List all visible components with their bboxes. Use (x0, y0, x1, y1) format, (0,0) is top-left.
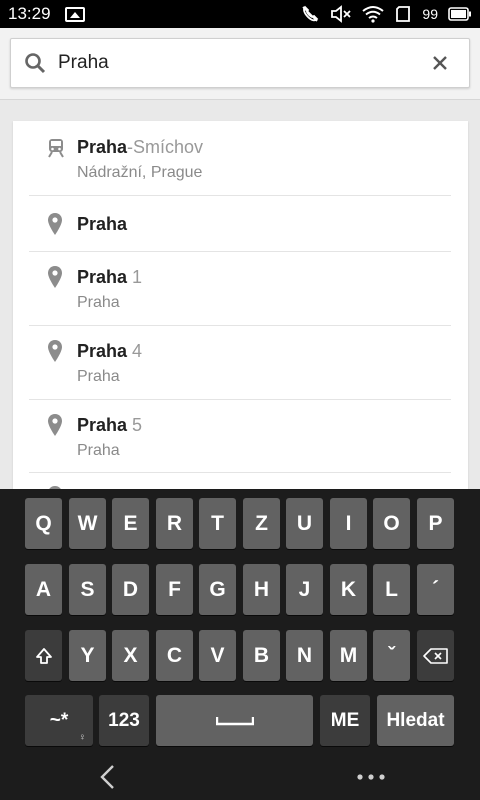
key-l[interactable]: L (373, 564, 410, 615)
place-pin-icon (48, 340, 62, 362)
key-acute-accent[interactable]: ´ (417, 564, 454, 615)
gallery-notification-icon (64, 6, 85, 22)
key-e[interactable]: E (112, 498, 149, 549)
shift-icon (35, 647, 52, 664)
key-m[interactable]: M (330, 630, 367, 681)
battery-icon (448, 7, 471, 21)
language-key[interactable]: ME (320, 695, 370, 746)
suggestion-title: Praha 5 (77, 415, 143, 435)
key-p[interactable]: P (417, 498, 454, 549)
place-pin-icon (48, 414, 62, 436)
train-icon (48, 139, 64, 158)
status-icons: 99 (300, 4, 472, 24)
status-bar: 13:29 99 (0, 0, 480, 28)
suggestion-list: Praha-Smíchov Nádražní, Prague Praha Pra… (13, 121, 468, 491)
mute-icon (331, 5, 352, 23)
key-caron[interactable]: ˇ (373, 630, 410, 681)
key-x[interactable]: X (112, 630, 149, 681)
key-i[interactable]: I (330, 498, 367, 549)
key-r[interactable]: R (156, 498, 193, 549)
key-a[interactable]: A (25, 564, 62, 615)
sim-card-icon (396, 6, 411, 22)
space-bar-icon (215, 716, 254, 725)
key-g[interactable]: G (199, 564, 236, 615)
suggestion-item[interactable]: Praha-Smíchov Nádražní, Prague (29, 121, 451, 196)
key-s[interactable]: S (69, 564, 106, 615)
key-j[interactable]: J (286, 564, 323, 615)
search-key[interactable]: Hledat (377, 695, 454, 746)
suggestion-subtitle: Praha (77, 368, 120, 385)
search-input[interactable] (58, 52, 418, 74)
backspace-key[interactable] (417, 630, 454, 681)
key-y[interactable]: Y (69, 630, 106, 681)
battery-percent: 99 (422, 6, 438, 22)
suggestion-title: Praha (77, 214, 128, 234)
suggestion-title: Praha 4 (77, 341, 143, 361)
space-key[interactable] (156, 695, 313, 746)
search-bar-container (0, 28, 480, 100)
key-t[interactable]: T (199, 498, 236, 549)
suggestion-item[interactable]: Praha 1 Praha (29, 252, 451, 326)
numbers-key[interactable]: 123 (99, 695, 149, 746)
suggestion-item[interactable]: Praha 5 Praha (29, 400, 451, 473)
key-v[interactable]: V (199, 630, 236, 681)
suggestion-subtitle: Nádražní, Prague (77, 164, 203, 181)
suggestion-title: Praha 1 (77, 267, 143, 287)
shift-key[interactable] (25, 630, 62, 681)
key-b[interactable]: B (243, 630, 280, 681)
status-time: 13:29 (8, 4, 51, 23)
suggestion-item[interactable]: Praha 4 Praha (29, 326, 451, 400)
search-icon (25, 53, 46, 74)
symbols-key-label: ~* (49, 709, 69, 731)
key-k[interactable]: K (330, 564, 367, 615)
symbols-key[interactable]: ~* ♀ (25, 695, 93, 746)
suggestion-item[interactable]: Praha (29, 196, 451, 252)
place-pin-icon (48, 266, 62, 288)
wifi-icon (362, 6, 385, 23)
key-n[interactable]: N (286, 630, 323, 681)
back-icon[interactable] (98, 764, 118, 790)
no-call-icon (302, 5, 319, 22)
key-q[interactable]: Q (25, 498, 62, 549)
symbols-key-hint: ♀ (78, 732, 87, 743)
suggestion-subtitle: Praha (77, 294, 120, 311)
suggestion-subtitle: Praha (77, 442, 120, 459)
suggestion-title: Praha-Smíchov (77, 137, 204, 157)
key-u[interactable]: U (286, 498, 323, 549)
backspace-icon (422, 647, 448, 664)
more-options-icon[interactable] (357, 774, 385, 780)
key-h[interactable]: H (243, 564, 280, 615)
navigation-bar (0, 752, 480, 800)
key-z[interactable]: Z (243, 498, 280, 549)
place-pin-icon (48, 213, 62, 235)
search-box[interactable] (10, 38, 470, 88)
key-d[interactable]: D (112, 564, 149, 615)
key-o[interactable]: O (373, 498, 410, 549)
key-c[interactable]: C (156, 630, 193, 681)
key-w[interactable]: W (69, 498, 106, 549)
key-f[interactable]: F (156, 564, 193, 615)
clear-search-button[interactable] (431, 54, 449, 72)
